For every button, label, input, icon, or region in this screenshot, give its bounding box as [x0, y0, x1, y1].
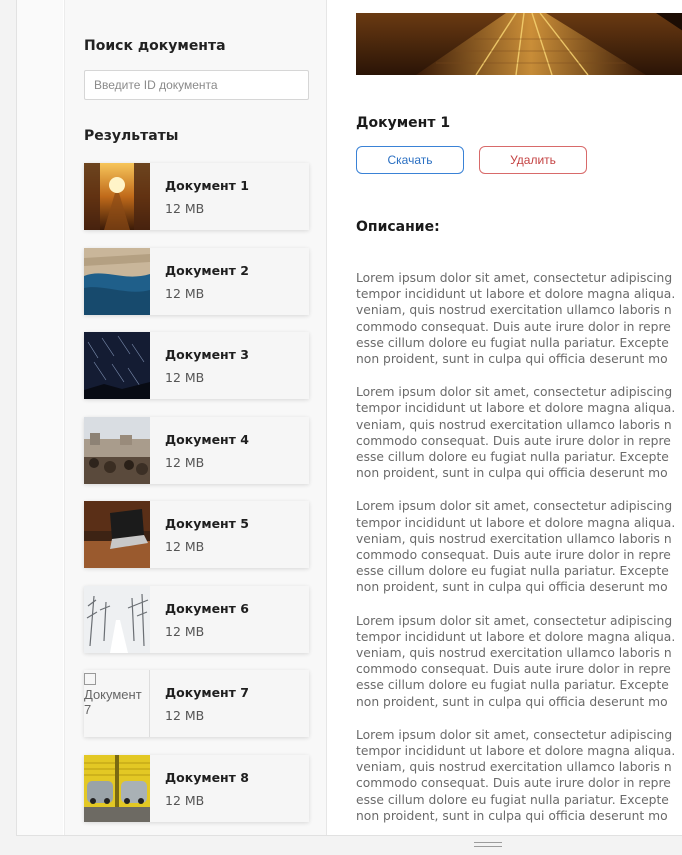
description-paragraph: Lorem ipsum dolor sit amet, consectetur … — [356, 727, 676, 823]
result-card-6[interactable]: Документ 6 12 MB — [84, 586, 309, 653]
result-size: 12 MB — [165, 793, 205, 808]
thumbnail-laptop-desk — [84, 501, 150, 568]
result-name: Документ 2 — [165, 263, 249, 278]
thumbnail-street-sunset — [84, 163, 150, 230]
result-name: Документ 8 — [165, 770, 249, 785]
result-size: 12 MB — [165, 539, 205, 554]
broken-image-icon — [84, 673, 96, 685]
result-card-2[interactable]: Документ 2 12 MB — [84, 248, 309, 315]
result-size: 12 MB — [165, 201, 205, 216]
page-gutter — [17, 0, 63, 835]
thumbnail-city-crowd — [84, 417, 150, 484]
result-size: 12 MB — [165, 286, 205, 301]
description-paragraph: Lorem ipsum dolor sit amet, consectetur … — [356, 271, 676, 367]
document-detail: Документ 1 Скачать Удалить Описание: Lor… — [328, 0, 682, 835]
thumbnail-parked-cars — [84, 755, 150, 822]
bottom-resize-bar — [16, 835, 682, 855]
thumbnail-snowy-road — [84, 586, 150, 653]
resize-handle[interactable] — [474, 842, 502, 848]
result-card-3[interactable]: Документ 3 12 MB — [84, 332, 309, 399]
document-title: Документ 1 — [356, 115, 451, 131]
result-size: 12 MB — [165, 455, 205, 470]
window-frame-left — [0, 0, 16, 855]
result-name: Документ 6 — [165, 601, 249, 616]
result-card-4[interactable]: Документ 4 12 MB — [84, 417, 309, 484]
result-card-7[interactable]: Документ 7 Документ 7 12 MB — [84, 670, 309, 737]
document-id-search-input[interactable] — [84, 70, 309, 100]
thumbnail-broken-image: Документ 7 — [84, 670, 150, 737]
result-name: Документ 5 — [165, 516, 249, 531]
result-name: Документ 1 — [165, 178, 249, 193]
description-heading: Описание: — [356, 219, 440, 235]
description-body: Lorem ipsum dolor sit amet, consectetur … — [356, 270, 682, 835]
description-paragraph: Lorem ipsum dolor sit amet, consectetur … — [356, 613, 676, 709]
result-size: 12 MB — [165, 370, 205, 385]
thumbnail-star-trails — [84, 332, 150, 399]
thumbnail-coastal-city — [84, 248, 150, 315]
search-title: Поиск документа — [84, 38, 226, 54]
results-title: Результаты — [84, 128, 179, 144]
broken-image-alt-text: Документ 7 — [84, 687, 142, 717]
download-button[interactable]: Скачать — [356, 146, 464, 174]
result-name: Документ 4 — [165, 432, 249, 447]
result-card-5[interactable]: Документ 5 12 MB — [84, 501, 309, 568]
result-name: Документ 7 — [165, 685, 249, 700]
result-card-8[interactable]: Документ 8 12 MB — [84, 755, 309, 822]
description-paragraph: Lorem ipsum dolor sit amet, consectetur … — [356, 385, 676, 481]
result-size: 12 MB — [165, 708, 205, 723]
description-paragraph: Lorem ipsum dolor sit amet, consectetur … — [356, 499, 676, 595]
document-preview-image — [356, 13, 682, 75]
result-name: Документ 3 — [165, 347, 249, 362]
result-size: 12 MB — [165, 624, 205, 639]
result-card-1[interactable]: Документ 1 12 MB — [84, 163, 309, 230]
delete-button[interactable]: Удалить — [479, 146, 587, 174]
document-sidebar: Поиск документа Результаты Документ 1 12… — [64, 0, 327, 835]
